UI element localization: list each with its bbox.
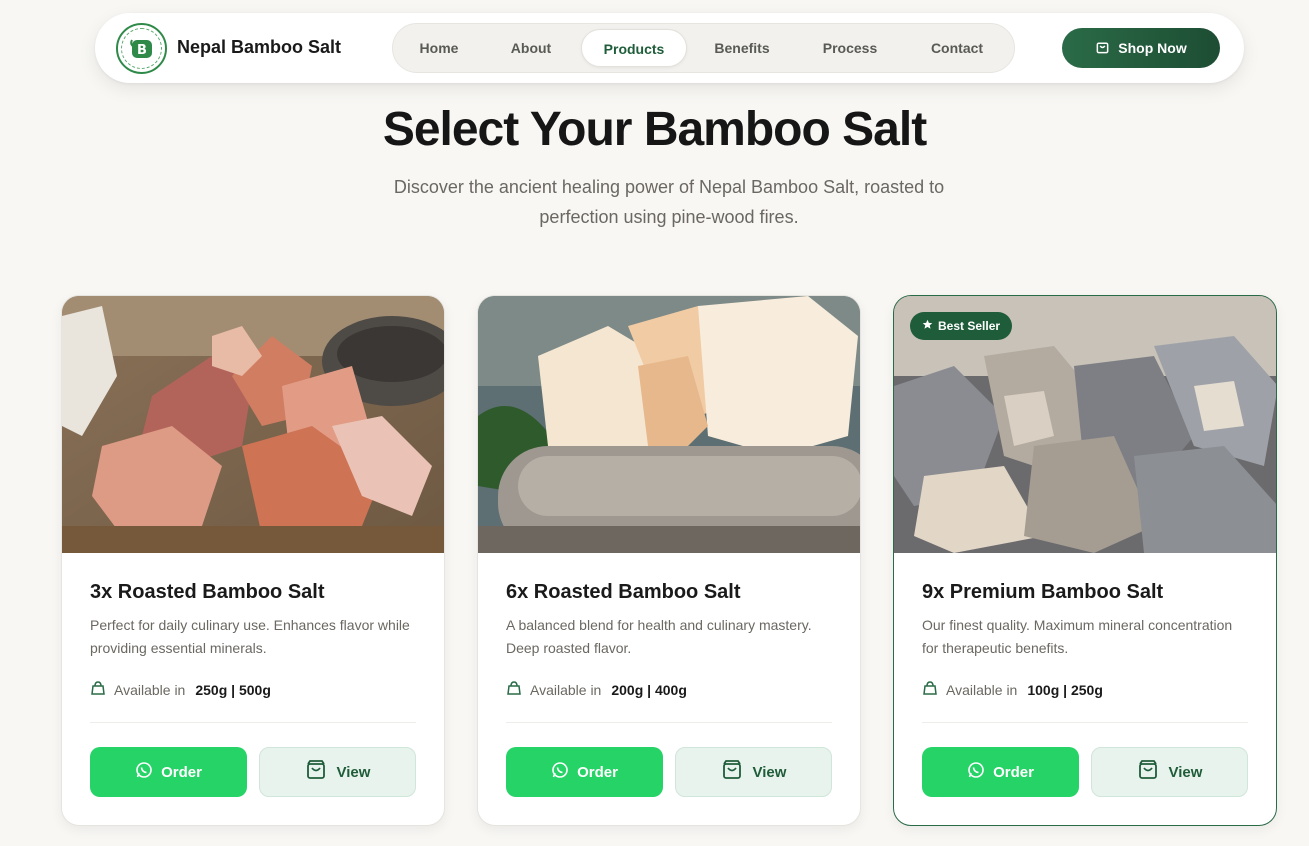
order-button[interactable]: Order [90, 747, 247, 797]
whatsapp-icon [967, 761, 985, 783]
view-button[interactable]: View [259, 747, 416, 797]
product-image-3x[interactable] [62, 296, 444, 553]
availability: Available in 250g | 500g [90, 680, 271, 699]
nav-links: Home About Products Benefits Process Con… [392, 23, 1015, 73]
availability-sizes: 100g | 250g [1027, 681, 1103, 698]
availability: Available in 100g | 250g [922, 680, 1103, 699]
nav-link-contact[interactable]: Contact [919, 24, 995, 72]
brand-name[interactable]: Nepal Bamboo Salt [177, 37, 341, 58]
nav-link-process[interactable]: Process [811, 24, 889, 72]
product-card-9x: Best Seller 9x Premium Bamboo Salt Our f… [893, 295, 1277, 826]
view-button[interactable]: View [1091, 747, 1248, 797]
product-description: Our finest quality. Maximum mineral conc… [922, 617, 1233, 656]
shopping-bag-icon [721, 759, 743, 785]
view-button[interactable]: View [675, 747, 832, 797]
product-title: 9x Premium Bamboo Salt [922, 581, 1164, 603]
shop-now-button[interactable]: Shop Now [1062, 28, 1220, 68]
shopping-bag-icon [1095, 39, 1110, 57]
availability-label: Available in [530, 681, 602, 698]
badge-label: Best Seller [938, 319, 1001, 333]
product-image-6x[interactable] [478, 296, 860, 553]
shopping-bag-icon [305, 759, 327, 785]
divider [922, 722, 1248, 723]
nav-link-home[interactable]: Home [403, 24, 475, 72]
availability-label: Available in [946, 681, 1018, 698]
availability-sizes: 250g | 500g [195, 681, 271, 698]
divider [506, 722, 832, 723]
product-title: 6x Roasted Bamboo Salt [506, 581, 741, 603]
order-button[interactable]: Order [922, 747, 1079, 797]
product-image-9x[interactable]: Best Seller [894, 296, 1276, 553]
logo-emblem-icon: B [121, 28, 162, 69]
availability-sizes: 200g | 400g [611, 681, 687, 698]
whatsapp-icon [135, 761, 153, 783]
page-title: Select Your Bamboo Salt [382, 103, 927, 156]
order-button[interactable]: Order [506, 747, 663, 797]
product-description: A balanced blend for health and culinary… [506, 617, 812, 656]
brand-logo[interactable]: B [116, 23, 167, 74]
star-icon [922, 319, 933, 333]
weight-icon [922, 680, 938, 699]
page-subtitle: Discover the ancient healing power of Ne… [393, 177, 945, 227]
view-label: View [752, 763, 787, 781]
product-card-3x: 3x Roasted Bamboo Salt Perfect for daily… [61, 295, 445, 826]
weight-icon [506, 680, 522, 699]
product-title: 3x Roasted Bamboo Salt [90, 581, 325, 603]
weight-icon [90, 680, 106, 699]
order-label: Order [993, 763, 1034, 781]
shop-now-label: Shop Now [1118, 40, 1187, 56]
best-seller-badge: Best Seller [910, 312, 1013, 340]
product-description: Perfect for daily culinary use. Enhances… [90, 617, 410, 656]
divider [90, 722, 416, 723]
view-label: View [336, 763, 371, 781]
shopping-bag-icon [1137, 759, 1159, 785]
nav-link-benefits[interactable]: Benefits [703, 24, 781, 72]
product-card-6x: 6x Roasted Bamboo Salt A balanced blend … [477, 295, 861, 826]
nav-link-about[interactable]: About [495, 24, 567, 72]
whatsapp-icon [551, 761, 569, 783]
availability-label: Available in [114, 681, 186, 698]
svg-text:B: B [137, 43, 147, 58]
order-label: Order [577, 763, 618, 781]
nav-link-products[interactable]: Products [581, 29, 687, 67]
order-label: Order [161, 763, 202, 781]
availability: Available in 200g | 400g [506, 680, 687, 699]
top-navbar: B Nepal Bamboo Salt Home About Products … [95, 13, 1244, 83]
view-label: View [1168, 763, 1203, 781]
